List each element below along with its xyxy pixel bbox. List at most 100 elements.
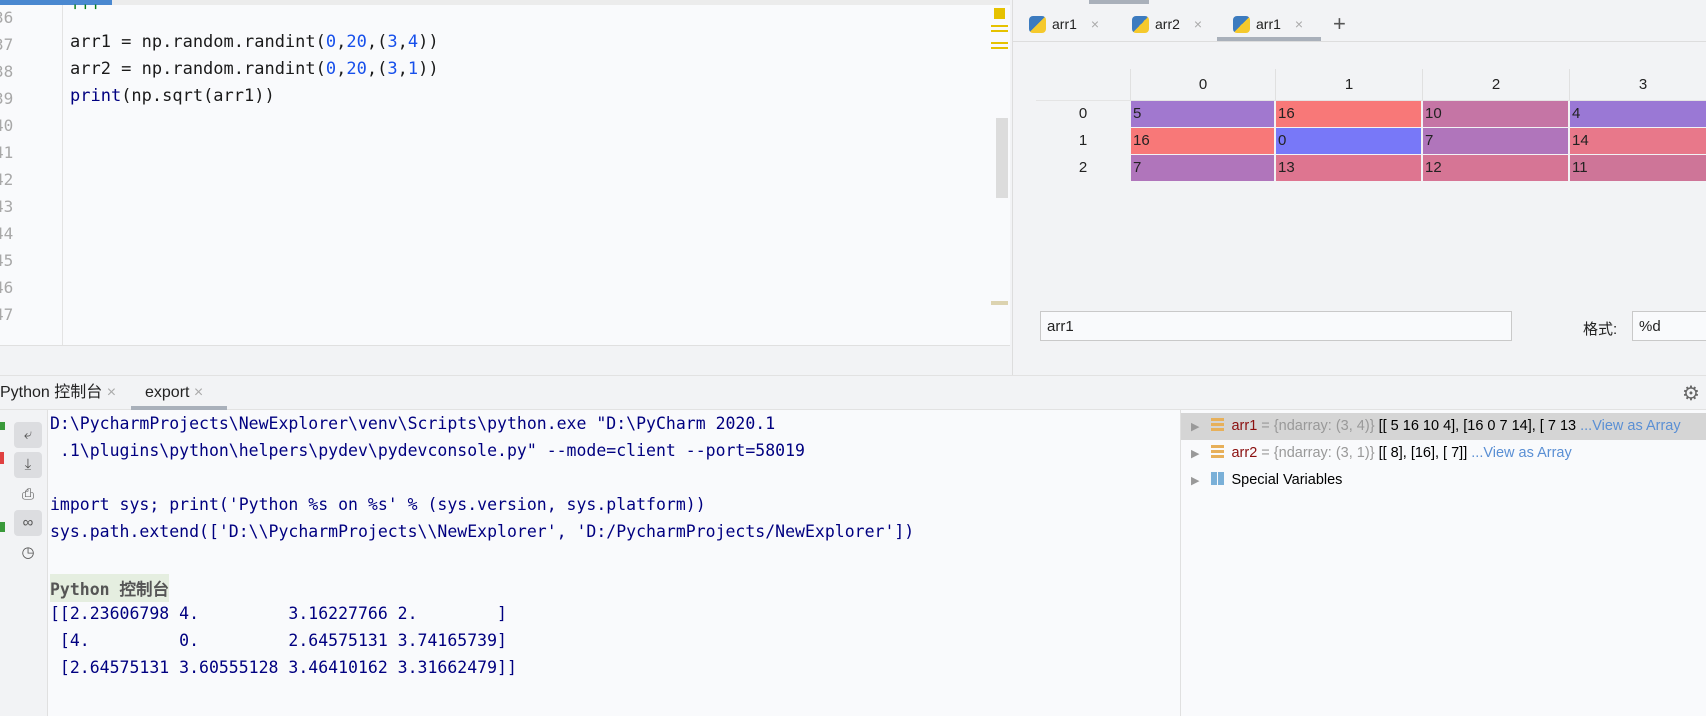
close-icon[interactable]: × xyxy=(107,384,116,401)
array-cell[interactable]: 14 xyxy=(1570,128,1706,154)
view-as-array-link[interactable]: ...View as Array xyxy=(1580,418,1680,434)
row-index[interactable]: 1 xyxy=(1036,128,1130,154)
line-number: 46 xyxy=(0,278,14,297)
format-input[interactable] xyxy=(1632,311,1706,341)
tab-export[interactable]: export × xyxy=(145,376,203,410)
line-number: 41 xyxy=(0,143,14,162)
close-icon[interactable]: × xyxy=(1091,16,1099,32)
line-number: 37 xyxy=(0,35,14,54)
show-variables-icon[interactable]: ∞ xyxy=(14,510,42,536)
run-icon[interactable] xyxy=(0,422,5,430)
debug-icon[interactable] xyxy=(0,522,5,532)
divider xyxy=(1013,41,1706,42)
variable-value: [[ 5 16 10 4], [16 0 7 14], [ 7 13 xyxy=(1378,418,1581,434)
variable-row-special[interactable]: ▶ Special Variables xyxy=(1181,467,1706,494)
code-line: arr1 = np.random.randint(0,20,(3,4)) xyxy=(70,32,439,52)
array-cell[interactable]: 4 xyxy=(1570,101,1706,127)
variables-panel: ▶ arr1 = {ndarray: (3, 4)} [[ 5 16 10 4],… xyxy=(1180,410,1706,716)
column-header[interactable]: 0 xyxy=(1130,69,1275,100)
console-line: import sys; print('Python %s on %s' % (s… xyxy=(50,495,706,514)
row-index[interactable]: 0 xyxy=(1036,101,1130,127)
variable-name: Special Variables xyxy=(1231,472,1343,488)
scroll-marker[interactable] xyxy=(991,25,1008,27)
array-cell[interactable]: 7 xyxy=(1423,128,1568,154)
stop-icon[interactable] xyxy=(0,452,4,464)
column-header[interactable]: 3 xyxy=(1569,69,1706,100)
viewer-tab-arr1[interactable]: arr1 × xyxy=(1029,8,1099,40)
array-cell[interactable]: 13 xyxy=(1276,155,1421,181)
line-number: 42 xyxy=(0,170,14,189)
tab-label: arr1 xyxy=(1052,16,1077,32)
console-line: [4. 0. 2.64575131 3.74165739] xyxy=(50,631,507,650)
line-number: 40 xyxy=(0,116,14,135)
array-cell[interactable]: 12 xyxy=(1423,155,1568,181)
panel-indicator xyxy=(1089,0,1149,4)
close-icon[interactable]: × xyxy=(194,384,203,401)
expand-icon[interactable]: ▶ xyxy=(1191,421,1199,433)
warning-marker-icon[interactable] xyxy=(994,8,1005,19)
console-line: sys.path.extend(['D:\\PycharmProjects\\N… xyxy=(50,522,915,541)
line-number: 39 xyxy=(0,89,14,108)
scroll-marker[interactable] xyxy=(991,30,1008,32)
array-cell[interactable]: 5 xyxy=(1131,101,1274,127)
tab-label: arr2 xyxy=(1155,16,1180,32)
gear-icon[interactable]: ⚙ xyxy=(1682,381,1700,406)
code-line: print(np.sqrt(arr1)) xyxy=(70,86,275,106)
line-number: 44 xyxy=(0,224,14,243)
console-output[interactable]: D:\PycharmProjects\NewExplorer\venv\Scri… xyxy=(48,410,1180,716)
tab-label: export xyxy=(145,384,190,401)
array-cell[interactable]: 10 xyxy=(1423,101,1568,127)
expand-icon[interactable]: ▶ xyxy=(1191,475,1199,487)
add-tab-button[interactable]: + xyxy=(1333,8,1346,40)
tab-label: Python 控制台 xyxy=(0,384,103,401)
viewer-tab-arr1-active[interactable]: arr1 × xyxy=(1233,8,1303,40)
console-prompt-label: Python 控制台 xyxy=(50,574,170,602)
line-number: 38 xyxy=(0,62,14,81)
array-cell[interactable]: 16 xyxy=(1276,101,1421,127)
variable-type: = {ndarray: (3, 1)} xyxy=(1257,445,1379,461)
docstring-end: ''' xyxy=(70,2,101,22)
variable-row-arr1[interactable]: ▶ arr1 = {ndarray: (3, 4)} [[ 5 16 10 4],… xyxy=(1181,413,1706,440)
array-cell[interactable]: 0 xyxy=(1276,128,1421,154)
console-line: D:\PycharmProjects\NewExplorer\venv\Scri… xyxy=(50,414,776,433)
scroll-marker[interactable] xyxy=(991,47,1008,49)
tab-label: arr1 xyxy=(1256,16,1281,32)
array-cell[interactable]: 7 xyxy=(1131,155,1274,181)
variable-row-arr2[interactable]: ▶ arr2 = {ndarray: (3, 1)} [[ 8], [16], [… xyxy=(1181,440,1706,467)
console-toolbar: ⤶ ⤓ ⎙ ∞ ◷ xyxy=(0,410,48,716)
format-label: 格式: xyxy=(1583,321,1618,338)
line-number: 36 xyxy=(0,8,14,27)
editor-scrollbar[interactable] xyxy=(996,118,1008,198)
active-tab-underline xyxy=(1217,37,1321,41)
gutter-divider xyxy=(62,5,63,345)
line-number: 47 xyxy=(0,305,14,324)
history-icon[interactable]: ◷ xyxy=(14,540,42,566)
code-editor[interactable]: 36 37 38 39 40 41 42 43 44 45 46 47 ''' … xyxy=(0,0,1010,346)
tab-python-console[interactable]: Python 控制台 × xyxy=(0,376,116,410)
print-icon[interactable]: ⎙ xyxy=(14,482,42,508)
view-as-array-link[interactable]: ...View as Array xyxy=(1471,445,1571,461)
python-icon xyxy=(1233,15,1250,33)
column-header[interactable]: 2 xyxy=(1422,69,1569,100)
close-icon[interactable]: × xyxy=(1194,16,1202,32)
expand-icon[interactable]: ▶ xyxy=(1191,448,1199,460)
scroll-to-end-icon[interactable]: ⤓ xyxy=(14,452,42,478)
console-line: [2.64575131 3.60555128 3.46410162 3.3166… xyxy=(50,658,517,677)
array-cell[interactable]: 16 xyxy=(1131,128,1274,154)
variable-name: arr1 xyxy=(1231,418,1258,434)
python-icon xyxy=(1132,15,1149,33)
variable-value: [[ 8], [16], [ 7]] xyxy=(1378,445,1472,461)
soft-wrap-icon[interactable]: ⤶ xyxy=(14,422,42,448)
column-header[interactable]: 1 xyxy=(1275,69,1422,100)
scroll-marker[interactable] xyxy=(991,42,1008,44)
expression-input[interactable] xyxy=(1040,311,1512,341)
scroll-marker[interactable] xyxy=(991,301,1008,305)
array-cell[interactable]: 11 xyxy=(1570,155,1706,181)
console-tab-bar: Python 控制台 × export × ⚙ xyxy=(0,375,1706,410)
close-icon[interactable]: × xyxy=(1295,16,1303,32)
line-number: 45 xyxy=(0,251,14,270)
row-index[interactable]: 2 xyxy=(1036,155,1130,181)
array-icon xyxy=(1211,445,1225,458)
array-icon xyxy=(1211,418,1225,431)
viewer-tab-arr2[interactable]: arr2 × xyxy=(1132,8,1202,40)
